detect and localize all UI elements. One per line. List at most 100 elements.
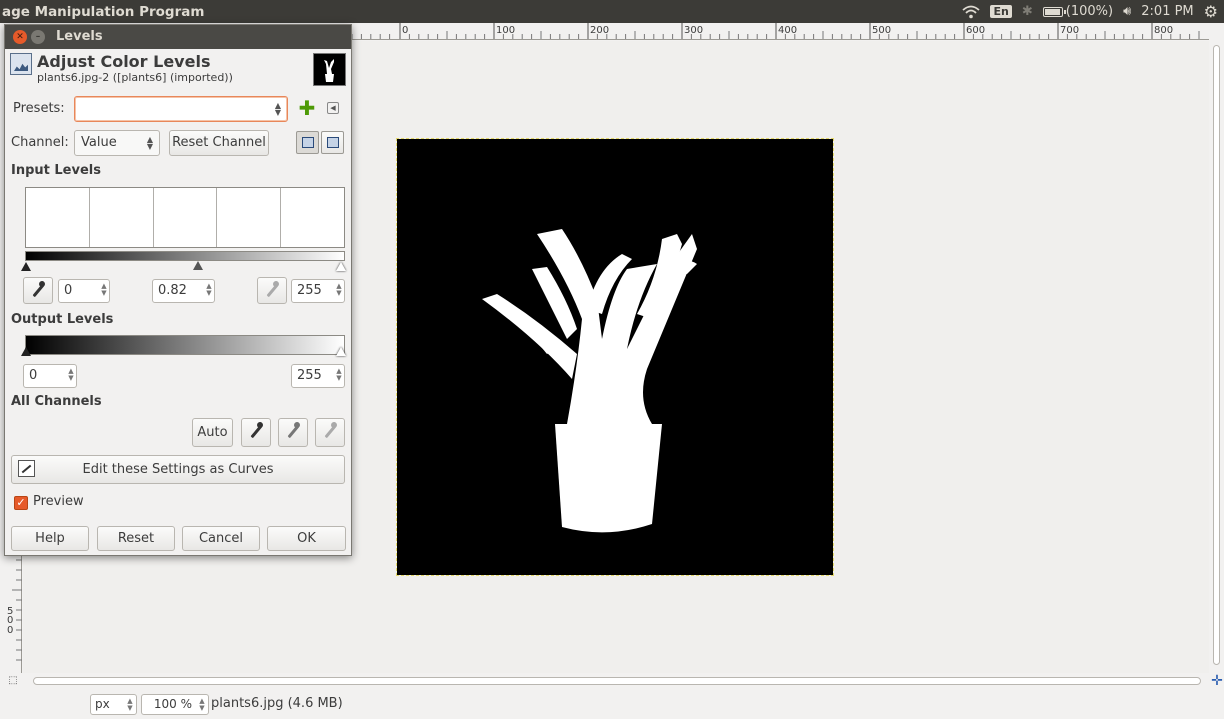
pick-white-eyedropper-icon[interactable]: [315, 418, 345, 447]
add-preset-icon[interactable]: ✚: [298, 98, 316, 118]
input-low-value: 0: [64, 283, 73, 298]
close-icon[interactable]: ✕: [13, 30, 27, 44]
ruler-label: 0: [7, 625, 14, 636]
output-low-value: 0: [29, 368, 38, 383]
app-title: age Manipulation Program: [2, 3, 205, 20]
output-high-value: 255: [297, 368, 322, 383]
ruler-label: 600: [966, 25, 985, 36]
chevron-updown-icon: ▲ ▼: [127, 697, 133, 712]
histogram[interactable]: [25, 187, 345, 248]
chevron-updown-icon: ▲ ▼: [68, 367, 74, 382]
pick-gray-eyedropper-icon[interactable]: [278, 418, 308, 447]
input-white-handle[interactable]: [336, 262, 346, 271]
input-gamma-spinbox[interactable]: 0.82 ▲ ▼: [152, 279, 215, 303]
battery-indicator[interactable]: (100%): [1042, 4, 1114, 19]
channel-value: Value: [81, 135, 117, 150]
battery-icon: [1042, 6, 1066, 17]
all-channels-heading: All Channels: [11, 394, 102, 409]
output-high-spinbox[interactable]: 255 ▲ ▼: [291, 364, 345, 388]
navigate-icon[interactable]: ✛: [1210, 673, 1224, 689]
chevron-updown-icon: ▲ ▼: [206, 282, 212, 297]
horizontal-scrollbar[interactable]: [23, 673, 1209, 689]
curves-icon: [18, 460, 35, 477]
ruler-label: 500: [872, 25, 891, 36]
horizontal-ruler: 0 100 200 300 400 500 600 700 800: [352, 23, 1209, 40]
bluetooth-icon[interactable]: ✱: [1022, 4, 1033, 19]
chevron-updown-icon: ▲ ▼: [199, 697, 205, 712]
vertical-scrollbar[interactable]: [1209, 23, 1224, 673]
system-tray: En ✱ (100%) 🔊︎ 2:01 PM ⚙: [962, 0, 1218, 23]
zoom-select[interactable]: 100 % ▲ ▼: [141, 694, 209, 715]
black-point-eyedropper-icon[interactable]: [23, 277, 53, 304]
channel-select[interactable]: Value ▲ ▼: [74, 130, 160, 156]
levels-icon: [10, 53, 32, 75]
minimize-icon[interactable]: –: [31, 30, 45, 44]
white-point-eyedropper-icon[interactable]: [257, 277, 287, 304]
ruler-label: 100: [496, 25, 515, 36]
input-black-handle[interactable]: [21, 262, 31, 271]
log-histogram-icon[interactable]: [321, 131, 344, 154]
unit-select[interactable]: px ▲ ▼: [90, 694, 137, 715]
volume-icon[interactable]: 🔊︎: [1123, 4, 1131, 19]
top-panel: age Manipulation Program En ✱ (100%) 🔊︎ …: [0, 0, 1224, 23]
auto-button[interactable]: Auto: [192, 418, 233, 447]
edit-as-curves-button[interactable]: Edit these Settings as Curves: [11, 455, 345, 484]
output-black-handle[interactable]: [21, 347, 31, 356]
chevron-updown-icon: ▲ ▼: [146, 135, 153, 151]
output-white-handle[interactable]: [336, 347, 346, 356]
ruler-label: 700: [1060, 25, 1079, 36]
chevron-updown-icon: ▲ ▼: [274, 101, 281, 117]
ok-button[interactable]: OK: [267, 526, 346, 551]
input-gamma-value: 0.82: [158, 283, 187, 298]
presets-combo[interactable]: ▲ ▼: [74, 96, 288, 122]
clock[interactable]: 2:01 PM: [1141, 4, 1193, 19]
image-canvas[interactable]: [396, 138, 834, 576]
chevron-updown-icon: ▲ ▼: [336, 282, 342, 297]
output-low-spinbox[interactable]: 0 ▲ ▼: [23, 364, 77, 388]
preview-checkbox[interactable]: ✓: [14, 496, 28, 510]
wifi-icon[interactable]: [962, 5, 981, 19]
reset-button[interactable]: Reset: [97, 526, 175, 551]
ruler-ticks: 0 100 200 300 400 500 600 700 800: [352, 23, 1200, 39]
dialog-titlebar[interactable]: ✕ – Levels: [5, 25, 351, 49]
preset-menu-icon[interactable]: ◀: [327, 102, 339, 114]
settings-gear-icon[interactable]: ⚙: [1204, 2, 1218, 21]
levels-dialog: ✕ – Levels Adjust Color Levels plants6.j…: [4, 24, 352, 556]
channel-label: Channel:: [11, 135, 69, 150]
plant-silhouette: [482, 229, 697, 533]
scroll-track[interactable]: [33, 677, 1201, 685]
input-high-value: 255: [297, 283, 322, 298]
input-low-spinbox[interactable]: 0 ▲ ▼: [58, 279, 110, 303]
input-gamma-handle[interactable]: [193, 261, 203, 270]
output-levels-heading: Output Levels: [11, 312, 114, 327]
presets-label: Presets:: [13, 101, 65, 116]
input-gradient[interactable]: [25, 251, 345, 261]
unit-value: px: [95, 697, 110, 711]
zoom-value: 100 %: [153, 697, 192, 711]
preview-label[interactable]: Preview: [33, 494, 84, 509]
ruler-label: 800: [1154, 25, 1173, 36]
keyboard-indicator[interactable]: En: [990, 5, 1012, 18]
cancel-button[interactable]: Cancel: [182, 526, 260, 551]
input-levels-heading: Input Levels: [11, 163, 101, 178]
battery-level: [1044, 8, 1060, 15]
plant-thumbnail-icon: [324, 59, 334, 82]
status-bar: px ▲ ▼ 100 % ▲ ▼ plants6.jpg (4.6 MB): [0, 689, 1224, 719]
dialog-subheading: plants6.jpg-2 ([plants6] (imported)): [37, 71, 233, 84]
battery-percent: (100%): [1065, 4, 1114, 19]
linear-histogram-icon[interactable]: [296, 131, 319, 154]
edit-as-curves-label: Edit these Settings as Curves: [82, 462, 274, 477]
chevron-updown-icon: ▲ ▼: [101, 282, 107, 297]
image-thumbnail: [313, 53, 346, 86]
chevron-updown-icon: ▲ ▼: [336, 367, 342, 382]
input-high-spinbox[interactable]: 255 ▲ ▼: [291, 279, 345, 303]
dialog-heading: Adjust Color Levels: [37, 52, 211, 71]
quick-mask-icon[interactable]: ⬚: [6, 673, 20, 689]
reset-channel-button[interactable]: Reset Channel: [169, 130, 269, 156]
dialog-title: Levels: [56, 29, 103, 44]
output-gradient[interactable]: [25, 335, 345, 355]
ruler-label: 0: [7, 615, 14, 626]
scroll-track[interactable]: [1213, 45, 1220, 665]
pick-black-eyedropper-icon[interactable]: [241, 418, 271, 447]
help-button[interactable]: Help: [11, 526, 89, 551]
